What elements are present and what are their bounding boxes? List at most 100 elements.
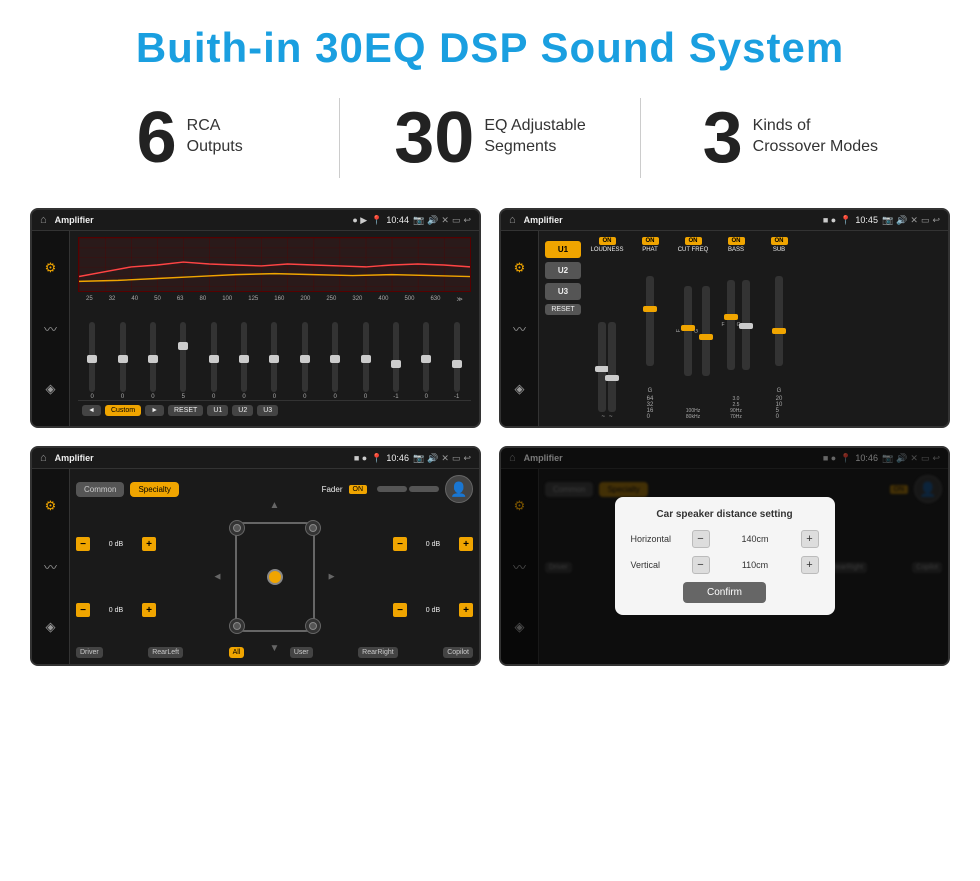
stat-number-eq: 30 [394,102,474,174]
eq-slider-10[interactable]: -1 [393,322,399,400]
eq-slider-11[interactable]: 0 [423,322,429,400]
eq-sidebar-icon-3[interactable]: ◈ [46,381,56,397]
loudness-label: LOUDNESS [590,247,623,253]
fader-driver-label: Driver [76,647,103,658]
car-down-arrow[interactable]: ▼ [270,643,280,654]
eq-slider-9[interactable]: 0 [363,322,369,400]
fader-sidebar: ⚙ 〰 ◈ [32,469,70,664]
crossover-u2-button[interactable]: U2 [545,262,581,279]
crossover-status-icons: 📷🔊✕▭↩ [882,215,940,226]
db4-plus-button[interactable]: + [459,603,473,617]
dialog-horizontal-minus[interactable]: − [692,530,710,548]
eq-slider-0[interactable]: 0 [89,322,95,400]
eq-slider-2[interactable]: 0 [150,322,156,400]
crossover-sidebar-icon-3[interactable]: ◈ [515,381,525,397]
db3-plus-button[interactable]: + [459,537,473,551]
fader-right-controls: − 0 dB + − 0 dB + [393,511,473,643]
eq-u2-button[interactable]: U2 [232,405,253,416]
stat-number-rca: 6 [137,102,177,174]
stat-label-eq: EQ AdjustableSegments [484,102,585,158]
home-icon[interactable]: ⌂ [40,214,47,226]
bass-slider-left[interactable] [727,280,735,370]
crossover-sidebar-icon-1[interactable]: ⚙ [514,260,526,276]
fader-sidebar-icon-2[interactable]: 〰 [44,557,57,576]
eq-slider-5[interactable]: 0 [241,322,247,400]
eq-prev-button[interactable]: ◄ [82,405,101,416]
fader-profile-icon[interactable]: 👤 [445,475,473,503]
fader-time: 10:46 [386,453,409,463]
db2-value: 0 dB [93,607,139,614]
crossover-reset-button[interactable]: RESET [545,304,581,315]
loudness-slider-left[interactable] [598,322,606,412]
eq-custom-button[interactable]: Custom [105,405,141,416]
fader-rearleft-label: RearLeft [148,647,183,658]
db-row-3: − 0 dB + [393,537,473,551]
db2-minus-button[interactable]: − [76,603,90,617]
db3-minus-button[interactable]: − [393,537,407,551]
dialog-horizontal-plus[interactable]: + [801,530,819,548]
crossover-home-icon[interactable]: ⌂ [509,214,516,226]
screenshots-grid: ⌂ Amplifier ● ▶ 📍 10:44 📷🔊✕▭↩ ⚙ 〰 ◈ [0,198,980,696]
cutfreq-slider-left[interactable] [684,286,692,376]
cutfreq-on-badge: ON [685,237,702,245]
car-center-dot [267,569,283,585]
eq-screen-title: Amplifier [55,215,349,225]
phat-slider[interactable] [646,276,654,366]
stat-divider-1 [339,98,340,178]
sub-slider[interactable] [775,276,783,366]
eq-slider-1[interactable]: 0 [120,322,126,400]
eq-slider-12[interactable]: -1 [454,322,460,400]
db1-plus-button[interactable]: + [142,537,156,551]
cutfreq-slider-right[interactable] [702,286,710,376]
eq-frequency-labels: 2532405063 80100125160200 25032040050063… [78,296,471,303]
eq-slider-3[interactable]: 5 [180,322,186,400]
eq-slider-7[interactable]: 0 [302,322,308,400]
fader-home-icon[interactable]: ⌂ [40,452,47,464]
eq-u3-button[interactable]: U3 [257,405,278,416]
speaker-bl [229,618,245,634]
crossover-u1-button[interactable]: U1 [545,241,581,258]
speaker-tr [305,520,321,536]
crossover-u3-button[interactable]: U3 [545,283,581,300]
page-title: Buith-in 30EQ DSP Sound System [20,24,960,72]
crossover-sidebar-icon-2[interactable]: 〰 [513,319,526,338]
car-up-arrow[interactable]: ▲ [270,500,280,511]
db1-minus-button[interactable]: − [76,537,90,551]
fader-specialty-tab[interactable]: Specialty [130,482,178,497]
eq-sidebar-icon-2[interactable]: 〰 [44,319,57,338]
eq-graph [78,237,471,292]
loudness-slider-right[interactable] [608,322,616,412]
crossover-col-phat: ON PHAT G 6432160 [630,237,670,420]
car-right-arrow[interactable]: ► [327,572,337,583]
fader-main-panel: Common Specialty Fader ON 👤 − [70,469,479,664]
eq-play-button[interactable]: ► [145,405,164,416]
fader-common-tab[interactable]: Common [76,482,124,497]
car-left-arrow[interactable]: ◄ [213,572,223,583]
eq-slider-8[interactable]: 0 [332,322,338,400]
fader-on-badge: ON [349,485,368,494]
dialog-confirm-button[interactable]: Confirm [683,582,766,603]
bass-slider-right[interactable] [742,280,750,370]
crossover-sidebar: ⚙ 〰 ◈ [501,231,539,426]
bass-on-badge: ON [728,237,745,245]
fader-sidebar-icon-3[interactable]: ◈ [46,619,56,635]
fader-h-slider-2[interactable] [409,486,439,492]
eq-sliders[interactable]: 0 0 0 5 0 [78,307,471,400]
speaker-tl [229,520,245,536]
stat-label-crossover: Kinds ofCrossover Modes [753,102,878,158]
fader-sidebar-icon-1[interactable]: ⚙ [45,498,57,514]
fader-all-button[interactable]: All [229,647,245,658]
eq-reset-button[interactable]: RESET [168,405,203,416]
dialog-vertical-minus[interactable]: − [692,556,710,574]
loudness-on-badge: ON [599,237,616,245]
dialog-vertical-plus[interactable]: + [801,556,819,574]
db2-plus-button[interactable]: + [142,603,156,617]
speaker-br [305,618,321,634]
eq-u1-button[interactable]: U1 [207,405,228,416]
db4-minus-button[interactable]: − [393,603,407,617]
fader-h-slider-1[interactable] [377,486,407,492]
eq-slider-4[interactable]: 0 [211,322,217,400]
eq-time: 10:44 [386,215,409,225]
eq-slider-6[interactable]: 0 [271,322,277,400]
eq-sidebar-icon-1[interactable]: ⚙ [45,260,57,276]
